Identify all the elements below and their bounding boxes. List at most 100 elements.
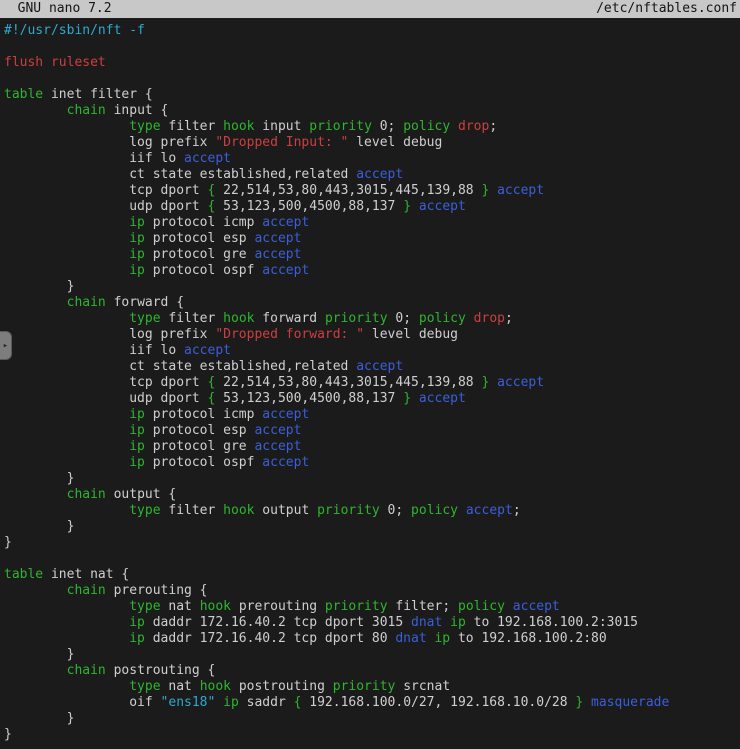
code-segment: chain: [67, 487, 106, 502]
code-line: type nat hook postrouting priority srcna…: [4, 679, 740, 695]
code-segment: [4, 423, 129, 438]
code-segment: [4, 167, 129, 182]
editor-text-area[interactable]: #!/usr/sbin/nft -f flush ruleset table i…: [0, 18, 740, 743]
code-segment: priority: [309, 119, 372, 134]
code-segment: [4, 119, 129, 134]
code-segment: ip: [129, 423, 145, 438]
code-segment: [4, 631, 129, 646]
code-segment: ct state established,related: [129, 359, 356, 374]
code-segment: accept: [262, 407, 309, 422]
code-segment: protocol gre: [145, 439, 255, 454]
code-line: ip protocol esp accept: [4, 231, 740, 247]
code-segment: 22,514,53,80,443,3015,445,139,88: [215, 375, 481, 390]
code-segment: [4, 215, 129, 230]
code-segment: }: [4, 471, 74, 486]
code-segment: }: [4, 519, 74, 534]
code-segment: level debug: [348, 135, 442, 150]
code-line: }: [4, 535, 740, 551]
code-line: #!/usr/sbin/nft -f: [4, 23, 740, 39]
code-segment: chain: [67, 295, 106, 310]
code-segment: accept: [184, 343, 231, 358]
code-segment: "ens18": [161, 695, 216, 710]
code-segment: policy: [411, 503, 458, 518]
code-line: ip daddr 172.16.40.2 tcp dport 80 dnat i…: [4, 631, 740, 647]
code-segment: [4, 151, 129, 166]
code-segment: accept: [356, 167, 403, 182]
code-segment: level debug: [364, 327, 458, 342]
code-segment: ip: [129, 615, 145, 630]
code-segment: input: [254, 119, 309, 134]
code-segment: drop: [474, 311, 505, 326]
code-segment: to 192.168.100.2:80: [450, 631, 607, 646]
code-segment: type: [129, 599, 160, 614]
code-line: [4, 39, 740, 55]
code-line: table inet filter {: [4, 87, 740, 103]
code-segment: log prefix: [129, 327, 215, 342]
code-line: tcp dport { 22,514,53,80,443,3015,445,13…: [4, 183, 740, 199]
code-segment: accept: [419, 391, 466, 406]
code-line: iif lo accept: [4, 343, 740, 359]
code-line: }: [4, 711, 740, 727]
code-segment: priority: [317, 503, 380, 518]
code-segment: 53,123,500,4500,88,137: [215, 391, 403, 406]
code-segment: protocol ospf: [145, 455, 262, 470]
code-segment: postrouting: [231, 679, 333, 694]
code-line: tcp dport { 22,514,53,80,443,3015,445,13…: [4, 375, 740, 391]
code-segment: [583, 695, 591, 710]
code-segment: flush ruleset: [4, 55, 106, 70]
code-line: ip protocol gre accept: [4, 439, 740, 455]
code-segment: nat: [161, 679, 200, 694]
code-segment: #!/usr/sbin/nft -f: [4, 23, 145, 38]
code-segment: 192.168.100.0/27, 192.168.10.0/28: [301, 695, 575, 710]
code-segment: ip: [129, 263, 145, 278]
code-segment: filter: [161, 119, 224, 134]
code-segment: [4, 583, 67, 598]
code-line: table inet nat {: [4, 567, 740, 583]
code-segment: nat: [161, 599, 200, 614]
code-segment: 0;: [372, 119, 403, 134]
code-segment: [4, 455, 129, 470]
code-segment: accept: [356, 359, 403, 374]
code-segment: forward: [254, 311, 324, 326]
code-line: udp dport { 53,123,500,4500,88,137 } acc…: [4, 199, 740, 215]
code-segment: filter: [161, 311, 224, 326]
code-segment: protocol icmp: [145, 407, 262, 422]
code-segment: [4, 343, 129, 358]
code-line: ip protocol gre accept: [4, 247, 740, 263]
code-segment: chain: [67, 663, 106, 678]
code-segment: ip: [129, 231, 145, 246]
code-segment: accept: [419, 199, 466, 214]
code-segment: accept: [262, 263, 309, 278]
code-segment: ip: [129, 455, 145, 470]
code-line: ct state established,related accept: [4, 359, 740, 375]
code-segment: [442, 615, 450, 630]
code-segment: filter: [161, 503, 224, 518]
code-line: log prefix "Dropped forward: " level deb…: [4, 327, 740, 343]
code-segment: [4, 183, 129, 198]
code-segment: daddr 172.16.40.2 tcp dport 3015: [145, 615, 411, 630]
file-path-label: /etc/nftables.conf: [596, 1, 737, 17]
code-segment: type: [129, 679, 160, 694]
code-segment: srcnat: [395, 679, 450, 694]
code-segment: [4, 231, 129, 246]
code-segment: ;: [505, 311, 513, 326]
code-segment: type: [129, 119, 160, 134]
code-segment: [4, 199, 129, 214]
code-segment: ;: [489, 119, 497, 134]
code-line: type filter hook output priority 0; poli…: [4, 503, 740, 519]
code-line: ip protocol icmp accept: [4, 215, 740, 231]
code-segment: priority: [325, 599, 388, 614]
code-segment: dnat: [395, 631, 426, 646]
code-segment: }: [4, 647, 74, 662]
code-segment: [4, 599, 129, 614]
code-segment: [4, 407, 129, 422]
code-segment: }: [4, 711, 74, 726]
code-segment: [458, 503, 466, 518]
code-segment: }: [4, 727, 12, 742]
code-segment: chain: [67, 103, 106, 118]
code-segment: prerouting {: [106, 583, 208, 598]
code-segment: }: [403, 199, 411, 214]
code-segment: input {: [106, 103, 169, 118]
code-line: type filter hook input priority 0; polic…: [4, 119, 740, 135]
console-panel-toggle[interactable]: ▸: [0, 331, 12, 360]
